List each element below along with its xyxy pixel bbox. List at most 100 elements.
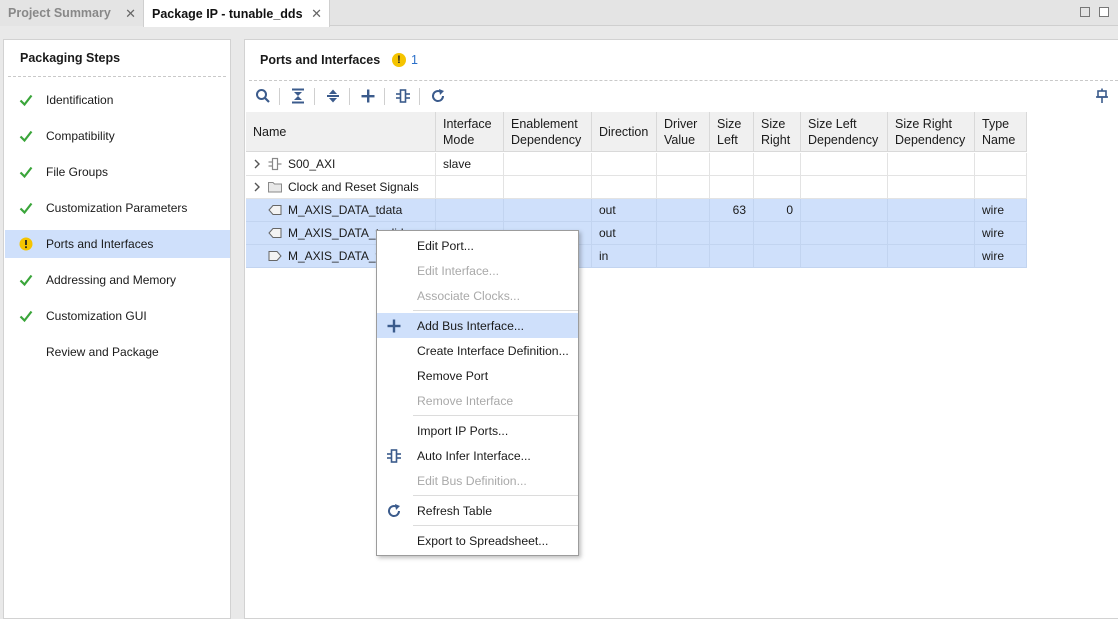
menu-separator xyxy=(413,495,578,496)
warning-count[interactable]: 1 xyxy=(411,53,418,67)
menu-item-export-to-spreadsheet[interactable]: Export to Spreadsheet... xyxy=(377,528,578,553)
size-right-dependency-cell xyxy=(888,199,975,222)
check-icon xyxy=(19,94,33,107)
menu-item-label: Export to Spreadsheet... xyxy=(417,533,549,548)
toolbar-separator xyxy=(384,88,385,105)
direction-cell xyxy=(592,153,657,176)
step-label: Identification xyxy=(46,93,114,107)
menu-item-label: Refresh Table xyxy=(417,503,492,518)
toolbar-separator xyxy=(314,88,315,105)
table-row[interactable]: M_AXIS_DATA_tvalid out wire xyxy=(246,222,1027,245)
menu-item-label: Create Interface Definition... xyxy=(417,343,569,358)
size-left-dependency-cell xyxy=(801,176,888,199)
warning-icon[interactable]: ! xyxy=(392,53,406,67)
size-left-dependency-cell xyxy=(801,222,888,245)
table-row[interactable]: M_AXIS_DATA_tready in wire xyxy=(246,245,1027,268)
column-header-size-left-dependency[interactable]: Size Left Dependency xyxy=(801,112,888,152)
type-name-cell: wire xyxy=(975,245,1027,268)
menu-item-label: Add Bus Interface... xyxy=(417,318,525,333)
editor-tab-bar: Project Summary ✕ Package IP - tunable_d… xyxy=(0,0,1118,27)
column-header-size-right-dependency[interactable]: Size Right Dependency xyxy=(888,112,975,152)
direction-cell: out xyxy=(592,199,657,222)
size-right-dependency-cell xyxy=(888,153,975,176)
divider xyxy=(249,80,1118,81)
tab-label: Project Summary xyxy=(8,6,111,20)
size-right-dependency-cell xyxy=(888,222,975,245)
menu-item-edit-bus-definition[interactable]: Edit Bus Definition... xyxy=(377,468,578,493)
menu-item-associate-clocks[interactable]: Associate Clocks... xyxy=(377,283,578,308)
table-row[interactable]: Clock and Reset Signals xyxy=(246,176,1027,199)
step-addressing-and-memory[interactable]: Addressing and Memory xyxy=(5,266,230,294)
ports-toolbar xyxy=(245,82,1118,110)
step-file-groups[interactable]: File Groups xyxy=(5,158,230,186)
menu-item-create-interface-definition[interactable]: Create Interface Definition... xyxy=(377,338,578,363)
size-left-cell: 63 xyxy=(710,199,754,222)
step-identification[interactable]: Identification xyxy=(5,86,230,114)
expand-arrow-icon[interactable] xyxy=(252,159,262,169)
column-header-interface-mode[interactable]: Interface Mode xyxy=(436,112,504,152)
close-icon[interactable]: ✕ xyxy=(125,6,136,22)
step-review-and-package[interactable]: Review and Package xyxy=(5,338,230,366)
maximize-icon[interactable] xyxy=(1099,7,1109,17)
panel-title: Packaging Steps xyxy=(8,40,226,77)
search-icon[interactable] xyxy=(252,85,274,107)
menu-separator xyxy=(413,525,578,526)
column-header-enablement-dependency[interactable]: Enablement Dependency xyxy=(504,112,592,152)
port-name: S00_AXI xyxy=(288,157,336,171)
menu-item-edit-port[interactable]: Edit Port... xyxy=(377,233,578,258)
menu-item-auto-infer-interface[interactable]: Auto Infer Interface... xyxy=(377,443,578,468)
refresh-icon[interactable] xyxy=(427,85,449,107)
menu-item-refresh-table[interactable]: Refresh Table xyxy=(377,498,578,523)
driver-value-cell xyxy=(657,245,710,268)
menu-item-edit-interface[interactable]: Edit Interface... xyxy=(377,258,578,283)
auto-infer-icon[interactable] xyxy=(392,85,414,107)
step-label: Review and Package xyxy=(46,345,159,359)
menu-item-label: Edit Port... xyxy=(417,238,474,253)
size-right-dependency-cell xyxy=(888,176,975,199)
step-compatibility[interactable]: Compatibility xyxy=(5,122,230,150)
type-name-cell: wire xyxy=(975,222,1027,245)
pin-icon[interactable] xyxy=(1091,85,1113,107)
step-customization-parameters[interactable]: Customization Parameters xyxy=(5,194,230,222)
tab-project-summary[interactable]: Project Summary ✕ xyxy=(0,0,143,26)
size-left-dependency-cell xyxy=(801,199,888,222)
step-label: File Groups xyxy=(46,165,109,179)
add-icon[interactable] xyxy=(357,85,379,107)
step-ports-and-interfaces[interactable]: Ports and Interfaces xyxy=(5,230,230,258)
column-header-name[interactable]: Name xyxy=(246,112,436,152)
column-header-type-name[interactable]: Type Name xyxy=(975,112,1027,152)
warning-icon xyxy=(19,237,33,251)
menu-item-add-bus-interface[interactable]: Add Bus Interface... xyxy=(377,313,578,338)
table-row[interactable]: M_AXIS_DATA_tdata out 63 0 wire xyxy=(246,199,1027,222)
check-icon xyxy=(19,202,33,215)
column-header-driver-value[interactable]: Driver Value xyxy=(657,112,710,152)
column-header-size-right[interactable]: Size Right xyxy=(754,112,801,152)
output-port-icon xyxy=(268,228,282,238)
direction-cell: out xyxy=(592,222,657,245)
expand-all-icon[interactable] xyxy=(322,85,344,107)
panel-title: Ports and Interfaces xyxy=(260,53,381,67)
tab-package-ip[interactable]: Package IP - tunable_dds ✕ xyxy=(143,0,330,27)
menu-item-remove-interface[interactable]: Remove Interface xyxy=(377,388,578,413)
table-row[interactable]: S00_AXI slave xyxy=(246,153,1027,176)
interface-mode-cell xyxy=(436,176,504,199)
column-header-direction[interactable]: Direction xyxy=(592,112,657,152)
menu-item-label: Import IP Ports... xyxy=(417,423,509,438)
menu-item-remove-port[interactable]: Remove Port xyxy=(377,363,578,388)
size-left-cell xyxy=(710,153,754,176)
close-icon[interactable]: ✕ xyxy=(311,6,322,22)
size-left-cell xyxy=(710,222,754,245)
check-icon xyxy=(19,310,33,323)
menu-item-import-ip-ports[interactable]: Import IP Ports... xyxy=(377,418,578,443)
restore-icon[interactable] xyxy=(1080,7,1090,17)
direction-cell: in xyxy=(592,245,657,268)
toolbar-separator xyxy=(349,88,350,105)
column-header-size-left[interactable]: Size Left xyxy=(710,112,754,152)
enablement-cell xyxy=(504,199,592,222)
type-name-cell xyxy=(975,176,1027,199)
collapse-all-icon[interactable] xyxy=(287,85,309,107)
step-customization-gui[interactable]: Customization GUI xyxy=(5,302,230,330)
size-right-cell xyxy=(754,222,801,245)
expand-arrow-icon[interactable] xyxy=(252,182,262,192)
direction-cell xyxy=(592,176,657,199)
